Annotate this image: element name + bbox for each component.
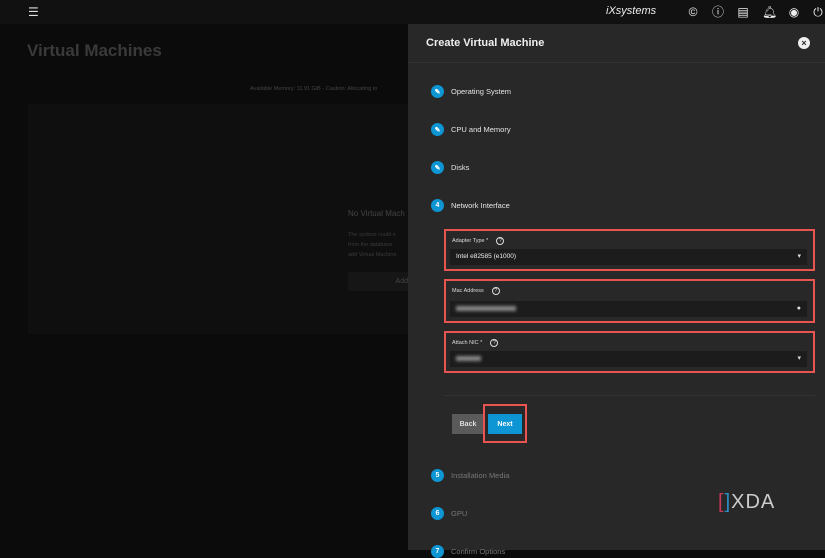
step-installation-media[interactable]: 5 Installation Media: [431, 469, 509, 482]
help-icon[interactable]: ?: [496, 237, 505, 245]
menu-icon[interactable]: ☰: [28, 5, 39, 19]
step-number: 6: [431, 507, 444, 520]
adapter-type-value: Intel e82585 (e1000): [456, 253, 516, 260]
step-label: Confirm Options: [451, 547, 506, 556]
step-number: 5: [431, 469, 444, 482]
create-vm-dialog: Create Virtual Machine × ✎ Operating Syst…: [408, 24, 825, 558]
empty-text-3: add Virtual Machine: [348, 252, 397, 258]
step-cpu-memory[interactable]: ✎ CPU and Memory: [431, 123, 511, 136]
pencil-icon: ✎: [431, 123, 444, 136]
adapter-type-select[interactable]: Intel e82585 (e1000) ▾: [450, 249, 807, 265]
attach-nic-label: Attach NIC *: [452, 340, 483, 346]
mac-address-input[interactable]: ●: [450, 301, 807, 317]
top-bar: ☰ iXsystems © ⓘ ▤ 🔔︎ ◉ ⏻: [0, 0, 825, 24]
step-label: Disks: [451, 163, 470, 172]
vm-page-background: Virtual Machines Available Memory: 11.91…: [0, 24, 408, 550]
close-icon[interactable]: ×: [798, 37, 810, 49]
step-operating-system[interactable]: ✎ Operating System: [431, 85, 511, 98]
truecommand-icon[interactable]: ©: [686, 5, 700, 19]
adapter-type-field[interactable]: Adapter Type *? Intel e82585 (e1000) ▾: [444, 229, 815, 271]
clear-icon[interactable]: ●: [797, 301, 801, 317]
divider: [408, 62, 825, 63]
empty-text-2: from the database.: [348, 242, 394, 248]
step-label: CPU and Memory: [451, 125, 511, 134]
empty-text-1: The system could n: [348, 232, 396, 238]
power-icon[interactable]: ⏻: [811, 5, 825, 19]
add-vm-button[interactable]: Add: [348, 272, 408, 291]
xda-watermark: []XDA: [718, 491, 776, 513]
step-number: 7: [431, 545, 444, 558]
empty-card: No Virtual Mach The system could n from …: [28, 104, 408, 334]
step-confirm-options[interactable]: 7 Confirm Options: [431, 545, 505, 558]
pencil-icon: ✎: [431, 85, 444, 98]
next-button[interactable]: Next: [488, 414, 522, 434]
info-icon[interactable]: ⓘ: [711, 5, 725, 19]
chevron-down-icon: ▾: [797, 253, 801, 260]
help-icon[interactable]: ?: [491, 287, 500, 295]
step-label: GPU: [451, 509, 468, 518]
chevron-down-icon: ▾: [797, 355, 801, 362]
step-disks[interactable]: ✎ Disks: [431, 161, 469, 174]
redacted-value: [456, 355, 481, 361]
account-icon[interactable]: ◉: [787, 5, 801, 19]
mac-address-label: Mac Address: [452, 288, 484, 294]
help-icon[interactable]: ?: [490, 339, 499, 347]
pencil-icon: ✎: [431, 161, 444, 174]
divider: [444, 395, 815, 396]
attach-nic-select[interactable]: ▾: [450, 351, 807, 367]
attach-nic-field[interactable]: Attach NIC *? ▾: [444, 331, 815, 373]
step-label: Operating System: [451, 87, 512, 96]
empty-title: No Virtual Mach: [348, 209, 405, 218]
watermark-text: XDA: [731, 491, 776, 513]
bell-icon[interactable]: 🔔︎: [762, 5, 777, 19]
dialog-title: Create Virtual Machine: [426, 37, 545, 49]
step-network-interface[interactable]: 4 Network Interface: [431, 199, 510, 212]
adapter-type-label: Adapter Type *: [452, 238, 489, 244]
step-gpu[interactable]: 6 GPU: [431, 507, 467, 520]
brand-logo: iXsystems: [606, 5, 657, 17]
step-number: 4: [431, 199, 444, 212]
step-label: Installation Media: [451, 471, 510, 480]
back-button[interactable]: Back: [452, 414, 484, 434]
redacted-value: [456, 305, 516, 311]
mac-address-field[interactable]: Mac Address? ●: [444, 279, 815, 323]
clipboard-icon[interactable]: ▤: [736, 5, 750, 19]
step-label: Network Interface: [451, 201, 510, 210]
page-title: Virtual Machines: [27, 41, 162, 60]
memory-note: Available Memory: 11.91 GiB - Caution: A…: [250, 86, 378, 92]
